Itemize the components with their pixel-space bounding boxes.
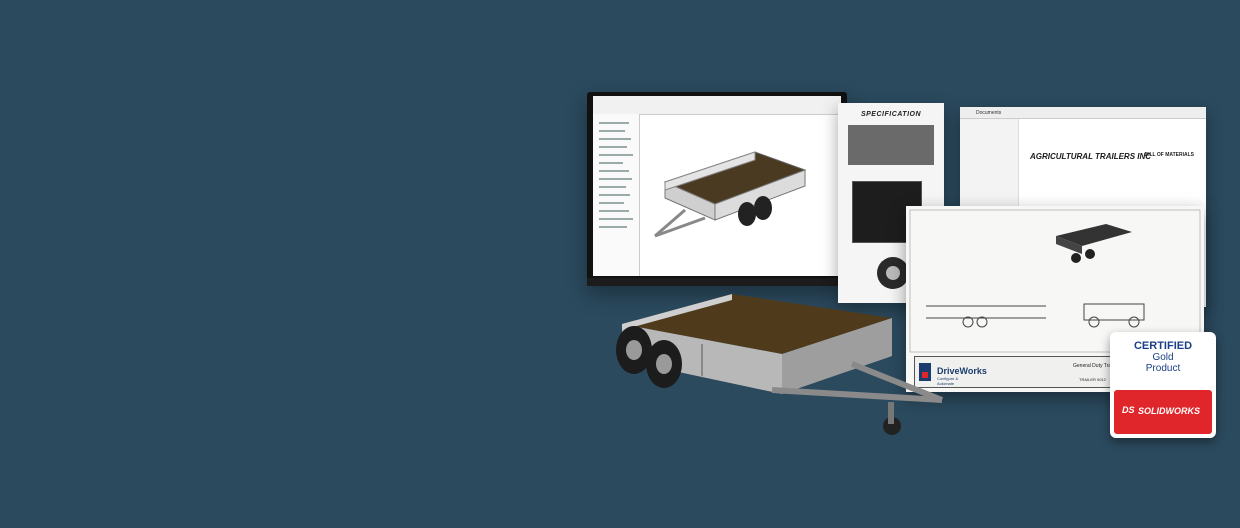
cad-screen [593, 96, 841, 276]
solidworks-logo: DS SOLIDWORKS [1114, 390, 1212, 434]
documents-titlebar: Documents [960, 107, 1206, 119]
hero-banner: { "spec_sheet": {"title": "SPECIFICATION… [0, 0, 1240, 528]
part-title: General Duty Trail [1073, 363, 1114, 369]
badge-product: Product [1145, 363, 1181, 375]
trailer-render [616, 294, 944, 435]
bom-company-name: AGRICULTURAL TRAILERS INC [1030, 152, 1152, 161]
feature-tree [593, 114, 640, 276]
badge-gold: Gold [1152, 352, 1174, 364]
part-number: TRAILER 0012 [1079, 377, 1106, 382]
ds-logo-icon: DS [1122, 405, 1135, 415]
certified-gold-badge: CERTIFIED Gold Product DS SOLIDWORKS [1110, 332, 1216, 438]
badge-certified: CERTIFIED [1133, 340, 1193, 352]
bom-heading: BILL OF MATERIALS [1144, 152, 1194, 158]
trailer-model-view [654, 151, 807, 238]
solidworks-wordmark: SOLIDWORKS [1138, 406, 1200, 416]
cad-toolbar [593, 96, 841, 115]
spec-title: SPECIFICATION [860, 111, 922, 118]
cad-monitor [587, 92, 847, 286]
spec-side-view [848, 125, 934, 165]
